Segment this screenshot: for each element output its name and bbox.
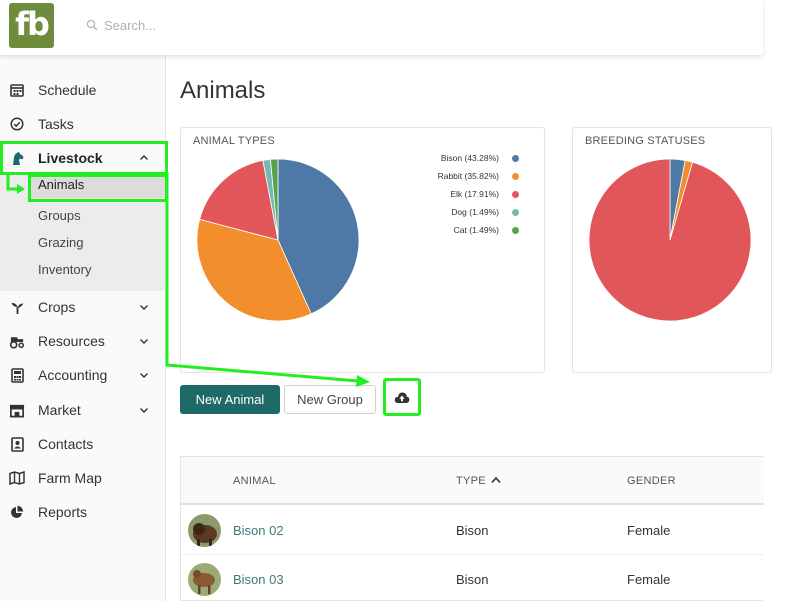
animal-types-pie-chart bbox=[196, 158, 360, 322]
map-icon bbox=[9, 470, 25, 486]
legend-item[interactable]: Elk (17.91%) bbox=[433, 186, 519, 204]
breeding-statuses-card: BREEDING STATUSES bbox=[572, 127, 772, 373]
sprout-icon bbox=[9, 299, 25, 315]
legend-dot-dog bbox=[512, 209, 519, 216]
sidebar-subitem-groups[interactable]: Groups bbox=[38, 208, 81, 223]
legend-dot-bison bbox=[512, 155, 519, 162]
animal-types-card: ANIMAL TYPES Bison (43.28%) Rabbit (35.8… bbox=[180, 127, 545, 373]
sidebar-item-contacts[interactable]: Contacts bbox=[0, 427, 166, 461]
sort-ascending-icon bbox=[491, 476, 501, 484]
page-title: Animals bbox=[180, 77, 266, 104]
new-group-button[interactable]: New Group bbox=[284, 385, 376, 414]
animal-type: Bison bbox=[456, 523, 489, 538]
sidebar-item-label: Reports bbox=[38, 504, 88, 520]
sidebar-item-label: Accounting bbox=[38, 367, 108, 383]
animal-gender: Female bbox=[627, 523, 671, 538]
address-book-icon bbox=[9, 436, 25, 452]
calculator-icon bbox=[9, 367, 25, 383]
check-circle-icon bbox=[9, 116, 25, 132]
chevron-down-icon bbox=[140, 305, 148, 310]
legend-item[interactable]: Cat (1.49%) bbox=[433, 222, 519, 240]
legend-dot-elk bbox=[512, 191, 519, 198]
sidebar-item-resources[interactable]: Resources bbox=[0, 324, 166, 358]
sidebar-item-crops[interactable]: Crops bbox=[0, 290, 166, 324]
breeding-statuses-pie-chart bbox=[588, 158, 752, 322]
sidebar-item-label: Crops bbox=[38, 299, 76, 315]
highlight-livestock bbox=[0, 141, 168, 175]
calendar-icon bbox=[9, 82, 25, 98]
sidebar-item-market[interactable]: Market bbox=[0, 393, 166, 427]
sidebar-item-label: Farm Map bbox=[38, 470, 102, 486]
top-bar: fb bbox=[0, 0, 763, 55]
chart-title: BREEDING STATUSES bbox=[585, 135, 706, 147]
sidebar-item-farm-map[interactable]: Farm Map bbox=[0, 461, 166, 495]
legend-item[interactable]: Rabbit (35.82%) bbox=[433, 168, 519, 186]
sidebar-item-tasks[interactable]: Tasks bbox=[0, 107, 166, 141]
highlight-animals bbox=[28, 174, 168, 202]
sidebar-item-label: Schedule bbox=[38, 82, 97, 98]
sidebar-item-label: Market bbox=[38, 402, 81, 418]
legend-dot-cat bbox=[512, 227, 519, 234]
legend-item[interactable]: Bison (43.28%) bbox=[433, 150, 519, 168]
column-header-gender[interactable]: GENDER bbox=[627, 475, 676, 487]
animal-name-link[interactable]: Bison 02 bbox=[233, 523, 284, 538]
sidebar-item-accounting[interactable]: Accounting bbox=[0, 358, 166, 392]
new-animal-button[interactable]: New Animal bbox=[180, 385, 280, 414]
chevron-down-icon bbox=[140, 373, 148, 378]
table-row[interactable]: Bison 03 Bison Female bbox=[181, 555, 764, 601]
chevron-down-icon bbox=[140, 408, 148, 413]
sidebar-item-schedule[interactable]: Schedule bbox=[0, 73, 166, 107]
app-window: fb Schedule Tasks Livestock bbox=[0, 0, 800, 601]
column-header-animal[interactable]: ANIMAL bbox=[233, 475, 276, 487]
legend-item[interactable]: Dog (1.49%) bbox=[433, 204, 519, 222]
sidebar-item-label: Resources bbox=[38, 333, 105, 349]
sidebar-subitem-inventory[interactable]: Inventory bbox=[38, 262, 91, 277]
logo[interactable]: fb bbox=[9, 3, 54, 48]
animal-avatar bbox=[188, 514, 221, 547]
legend-dot-rabbit bbox=[512, 173, 519, 180]
search-input[interactable] bbox=[104, 14, 404, 36]
table-header: ANIMAL TYPE GENDER bbox=[181, 457, 764, 505]
pie-slice[interactable] bbox=[588, 158, 752, 322]
pie-chart-icon bbox=[9, 504, 25, 520]
sidebar-subitem-grazing[interactable]: Grazing bbox=[38, 235, 84, 250]
tractor-icon bbox=[9, 333, 25, 349]
chevron-down-icon bbox=[140, 339, 148, 344]
cloud-upload-icon bbox=[394, 392, 410, 403]
upload-button[interactable] bbox=[383, 378, 421, 416]
sidebar-item-reports[interactable]: Reports bbox=[0, 495, 166, 529]
animal-name-link[interactable]: Bison 03 bbox=[233, 572, 284, 587]
animal-avatar bbox=[188, 563, 221, 596]
sidebar-item-label: Tasks bbox=[38, 116, 74, 132]
chart-legend: Bison (43.28%) Rabbit (35.82%) Elk (17.9… bbox=[433, 150, 519, 240]
sidebar: Schedule Tasks Livestock Animals Groups … bbox=[0, 55, 166, 601]
animal-gender: Female bbox=[627, 572, 671, 587]
store-icon bbox=[9, 402, 25, 418]
animals-table: ANIMAL TYPE GENDER Bison 02 Bison Female bbox=[180, 456, 764, 601]
table-row[interactable]: Bison 02 Bison Female bbox=[181, 506, 764, 555]
column-header-type[interactable]: TYPE bbox=[456, 475, 501, 487]
sidebar-item-label: Contacts bbox=[38, 436, 94, 452]
animal-type: Bison bbox=[456, 572, 489, 587]
search-icon bbox=[86, 19, 98, 31]
main-content: Animals ANIMAL TYPES Bison (43.28%) Rabb… bbox=[167, 55, 772, 601]
chart-title: ANIMAL TYPES bbox=[193, 135, 275, 147]
